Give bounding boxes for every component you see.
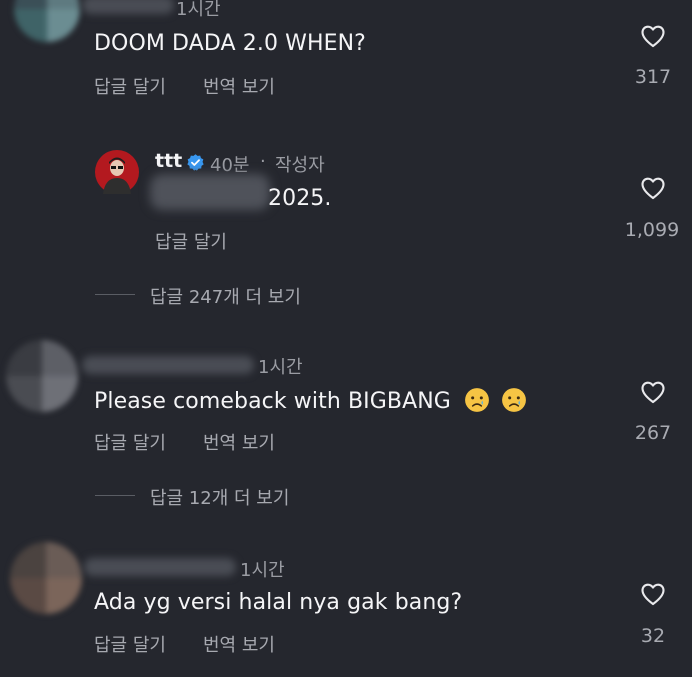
heart-icon[interactable]	[638, 174, 668, 202]
author-avatar[interactable]	[95, 150, 139, 194]
comment-time: 1시간	[240, 560, 285, 581]
replies-divider	[95, 495, 135, 496]
comment-text-body: Please comeback with BIGBANG	[94, 389, 451, 414]
comment-text: DOOM DADA 2.0 WHEN?	[94, 31, 366, 56]
heart-icon[interactable]	[638, 22, 668, 50]
view-more-replies-label[interactable]: 답글 12개 더 보기	[150, 484, 289, 510]
reply-button[interactable]: 답글 달기	[94, 429, 166, 455]
crying-face-emoji-icon	[502, 388, 527, 412]
comment-text: Ada yg versi halal nya gak bang?	[94, 590, 463, 615]
author-label: 작성자	[275, 155, 325, 176]
heart-icon[interactable]	[638, 378, 668, 406]
avatar[interactable]	[10, 542, 82, 614]
replies-divider	[95, 294, 135, 295]
avatar[interactable]	[6, 340, 78, 412]
verified-badge-icon	[187, 154, 204, 171]
username[interactable]: ttt	[155, 150, 182, 172]
username-redacted[interactable]	[82, 356, 254, 374]
like-count: 1,099	[624, 219, 680, 241]
see-translation-button[interactable]: 번역 보기	[203, 73, 275, 99]
comment-text: Please comeback with BIGBANG	[94, 387, 527, 414]
username-redacted[interactable]	[82, 0, 174, 14]
comment-time: 1시간	[258, 357, 303, 378]
reply-button[interactable]: 답글 달기	[155, 228, 227, 254]
view-more-replies-label[interactable]: 답글 247개 더 보기	[150, 283, 301, 309]
like-count: 317	[634, 66, 672, 88]
comment-time: 1시간	[176, 0, 221, 20]
like-count: 32	[640, 625, 666, 647]
like-count: 267	[634, 422, 672, 444]
redacted-text	[150, 174, 270, 210]
username-redacted[interactable]	[84, 558, 236, 576]
reply-button[interactable]: 답글 달기	[94, 73, 166, 99]
crying-face-emoji-icon	[465, 388, 489, 412]
reply-text: 2025.	[268, 186, 332, 211]
separator-dot: ·	[260, 151, 266, 172]
see-translation-button[interactable]: 번역 보기	[203, 631, 275, 657]
heart-icon[interactable]	[638, 580, 668, 608]
avatar[interactable]	[14, 0, 80, 42]
reply-button[interactable]: 답글 달기	[94, 631, 166, 657]
see-translation-button[interactable]: 번역 보기	[203, 429, 275, 455]
